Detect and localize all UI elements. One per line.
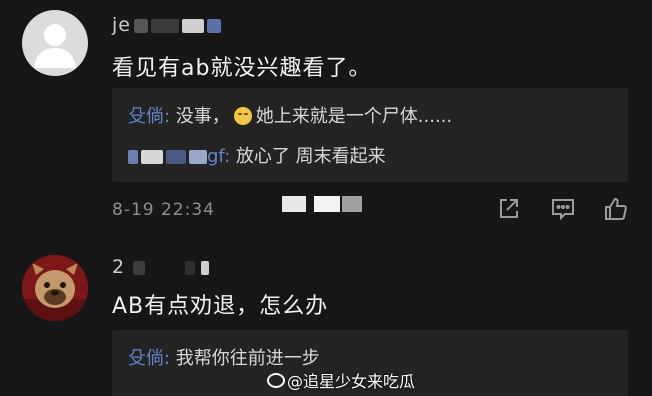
timestamp: 8-19 22:34 (112, 200, 215, 220)
reply-item[interactable]: 殳倘: 没事， 她上来就是一个尸体...... (128, 102, 452, 128)
watermark: @追星少女来吃瓜 (267, 368, 415, 392)
reply-author[interactable]: gf (207, 146, 224, 167)
weibo-logo-icon (267, 373, 285, 388)
privacy-mosaic (282, 196, 306, 212)
reply-text: 放心了 周末看起来 (235, 146, 386, 167)
reply-item[interactable]: 殳倘: 我帮你往前进一步 (128, 344, 320, 370)
redacted-username-mosaic (181, 18, 204, 33)
reply-separator: : (224, 146, 236, 167)
privacy-mosaic (342, 196, 362, 212)
reply-item[interactable]: gf: 放心了 周末看起来 (128, 142, 386, 168)
reply-author[interactable]: 殳倘 (128, 348, 164, 369)
redacted-username-mosaic (141, 150, 163, 164)
comment-text: 看见有ab就没兴趣看了。 (112, 56, 372, 81)
redacted-username-mosaic (128, 150, 138, 164)
share-icon[interactable] (496, 196, 522, 222)
privacy-mosaic (314, 196, 340, 212)
default-avatar-icon (34, 24, 76, 68)
avatar[interactable] (22, 255, 88, 321)
reply-separator: : (164, 106, 176, 127)
username[interactable]: je (112, 14, 221, 36)
reply-separator: : (164, 348, 176, 369)
redacted-username-mosaic (185, 260, 196, 275)
redacted-username-mosaic (133, 18, 148, 33)
redacted-username-mosaic (166, 150, 186, 164)
redacted-username-mosaic (189, 150, 207, 164)
reply-text: 没事， (175, 106, 230, 127)
like-icon[interactable] (603, 196, 629, 222)
reply-thread[interactable]: 殳倘: 没事， 她上来就是一个尸体...... gf: 放心了 周末看起来 (112, 88, 628, 182)
redacted-username-mosaic (201, 260, 210, 275)
dog-avatar-icon (22, 255, 88, 321)
comment-icon[interactable] (550, 196, 576, 222)
redacted-username-mosaic (206, 18, 221, 33)
username[interactable]: 2 (112, 256, 210, 278)
reply-text: 我帮你往前进一步 (175, 348, 320, 369)
redacted-username-mosaic (133, 260, 146, 275)
comment-item: je 看见有ab就没兴趣看了。 殳倘: 没事， 她上来就是一个尸体...... g… (0, 0, 652, 245)
comment-text: AB有点劝退，怎么办 (112, 294, 329, 319)
reply-author[interactable]: 殳倘 (128, 106, 164, 127)
avatar[interactable] (22, 10, 88, 76)
redacted-username-mosaic (150, 18, 179, 33)
reply-text: 她上来就是一个尸体...... (255, 106, 453, 127)
smile-emoji-icon (233, 107, 252, 125)
